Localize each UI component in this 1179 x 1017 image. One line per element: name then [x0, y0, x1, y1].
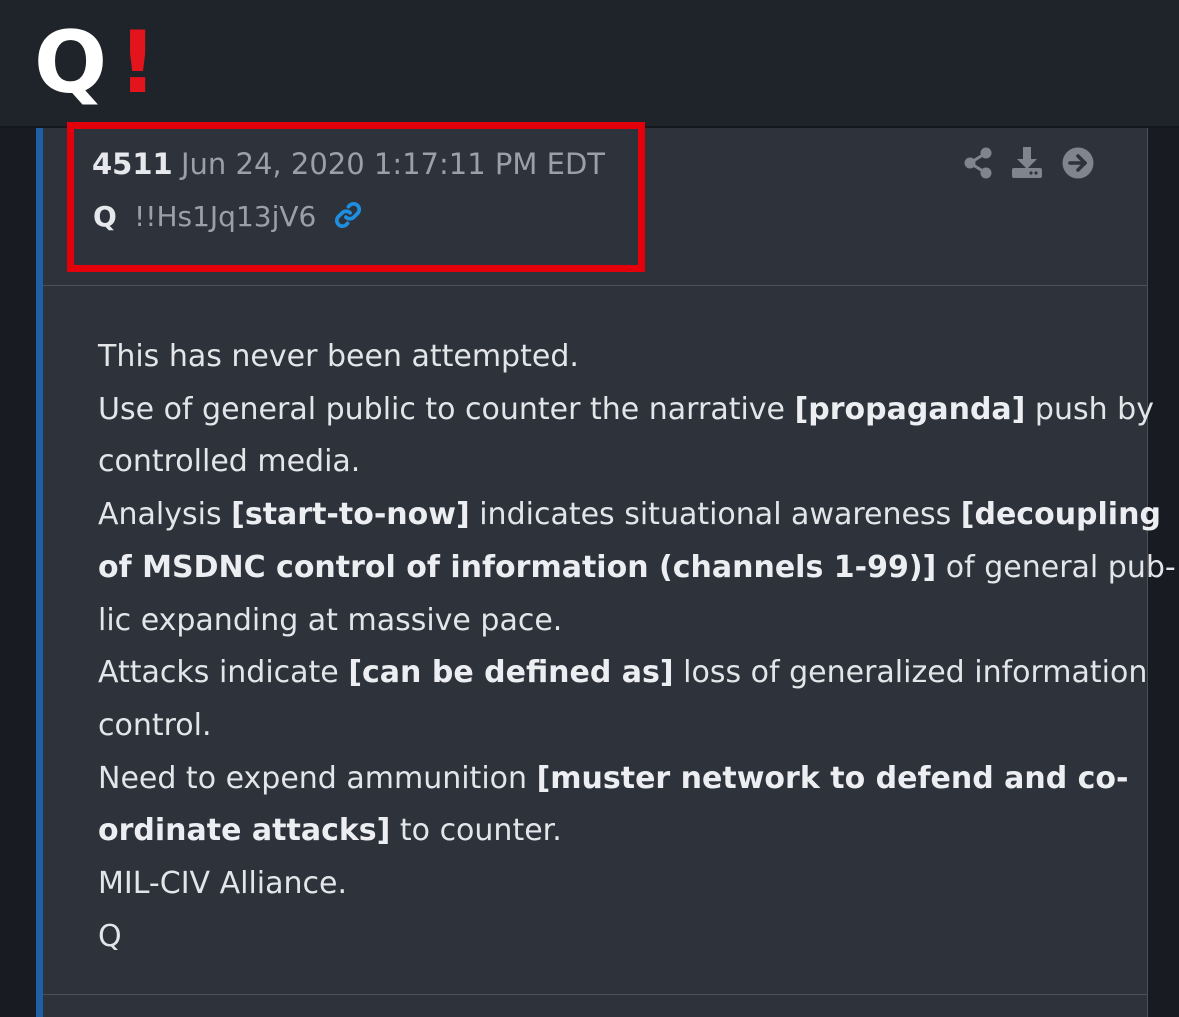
- post-card: 4511 Jun 24, 2020 1:17:11 PM EDT Q !!Hs1…: [36, 122, 1176, 1017]
- highlight-annotation-box: [67, 122, 645, 272]
- body-line: control.: [98, 707, 212, 743]
- logo-exclamation: !: [118, 13, 158, 113]
- top-bar: Q !: [0, 0, 1179, 128]
- logo-letter: Q: [34, 13, 107, 113]
- body-line: MIL-CIV Alliance.: [98, 866, 348, 902]
- divider: [43, 994, 1147, 995]
- post-number[interactable]: 4511: [92, 146, 173, 182]
- download-icon[interactable]: [1010, 146, 1044, 180]
- body-line: lic expanding at massive pace.: [98, 602, 563, 638]
- body-line: This has never been attempted.: [98, 339, 579, 374]
- link-icon[interactable]: [331, 198, 365, 232]
- body-line: Use of general public to counter the nar…: [98, 391, 1154, 427]
- post-author: Q: [93, 200, 117, 233]
- post-header: 4511 Jun 24, 2020 1:17:11 PM EDT Q !!Hs1…: [43, 122, 1147, 286]
- body-line: Attacks indicate [can be defined as] los…: [98, 655, 1148, 691]
- share-icon[interactable]: [962, 146, 994, 180]
- post-tripcode: !!Hs1Jq13jV6: [134, 200, 317, 233]
- post-timestamp: Jun 24, 2020 1:17:11 PM EDT: [181, 147, 605, 181]
- body-line: of MSDNC control of information (channel…: [98, 549, 1176, 585]
- body-line: ordinate attacks] to counter.: [98, 813, 562, 849]
- body-line: Analysis [start-to-now] indicates situat…: [98, 497, 1161, 533]
- body-line: Need to expend ammunition [muster networ…: [98, 760, 1129, 796]
- arrow-circle-right-icon[interactable]: [1061, 146, 1095, 180]
- post-signature: Q: [98, 918, 122, 954]
- post-body: This has never been attempted. Use of ge…: [98, 331, 1176, 963]
- body-line: controlled media.: [98, 444, 361, 480]
